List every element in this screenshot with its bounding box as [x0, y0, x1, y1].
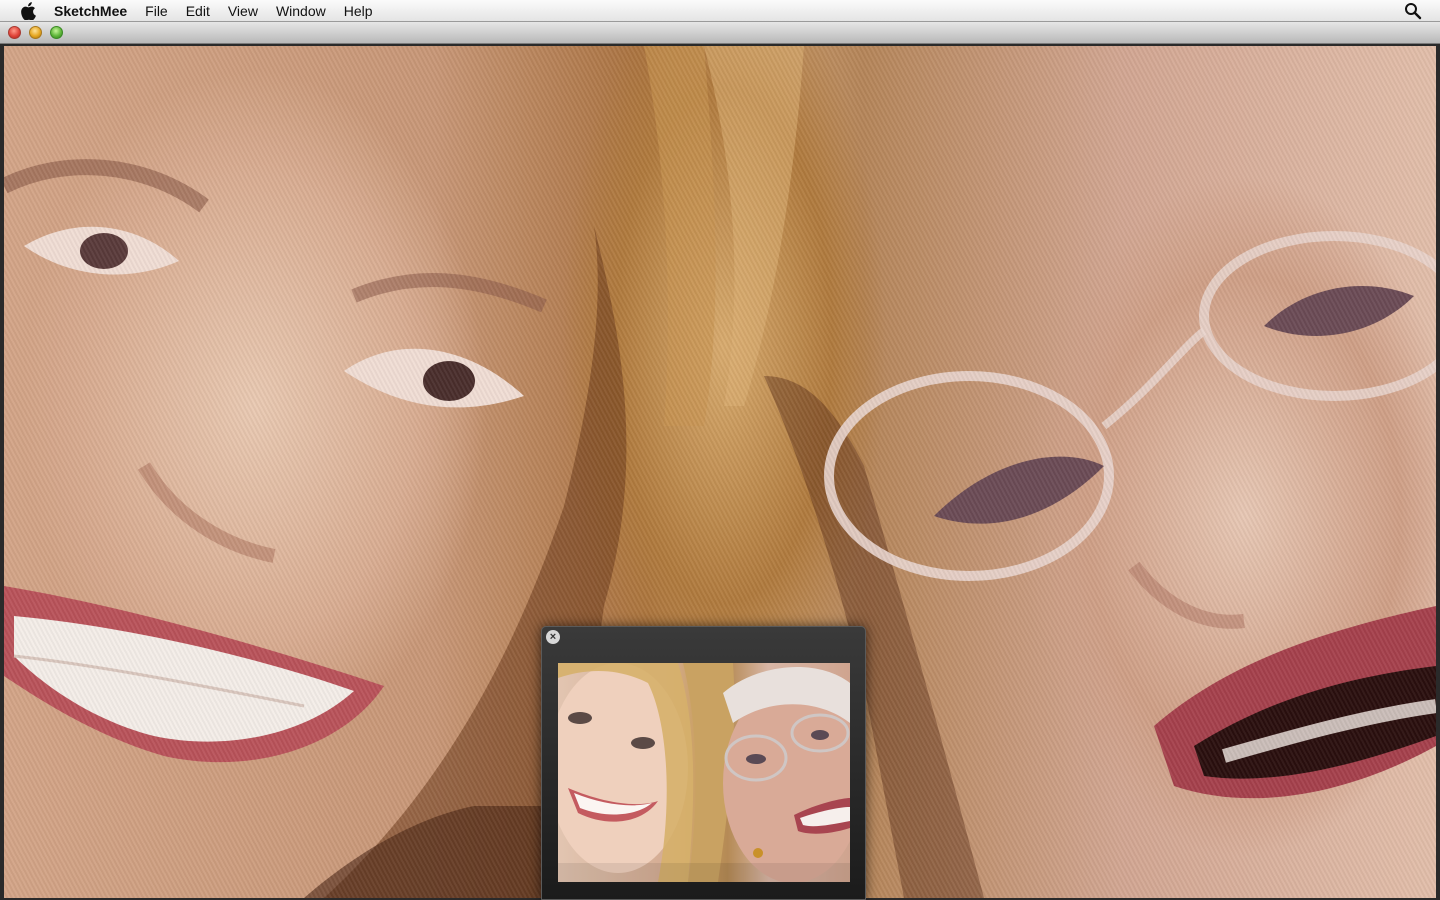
close-icon[interactable]: ×	[546, 630, 560, 644]
menu-view[interactable]: View	[219, 0, 267, 22]
search-icon[interactable]	[1404, 2, 1422, 20]
window-close-button[interactable]	[8, 26, 21, 39]
menu-window[interactable]: Window	[267, 0, 335, 22]
window-minimize-button[interactable]	[29, 26, 42, 39]
menu-app-name[interactable]: SketchMee	[50, 0, 136, 22]
photo-illustration	[558, 663, 850, 882]
window-titlebar[interactable]	[0, 22, 1440, 44]
window-zoom-button[interactable]	[50, 26, 63, 39]
menu-bar: SketchMee File Edit View Window Help	[0, 0, 1440, 22]
apple-icon[interactable]	[20, 1, 36, 20]
original-preview-panel[interactable]: ×	[541, 626, 866, 900]
menu-help[interactable]: Help	[335, 0, 382, 22]
menu-file[interactable]: File	[136, 0, 177, 22]
original-photo-thumbnail	[558, 663, 850, 882]
menu-edit[interactable]: Edit	[177, 0, 219, 22]
